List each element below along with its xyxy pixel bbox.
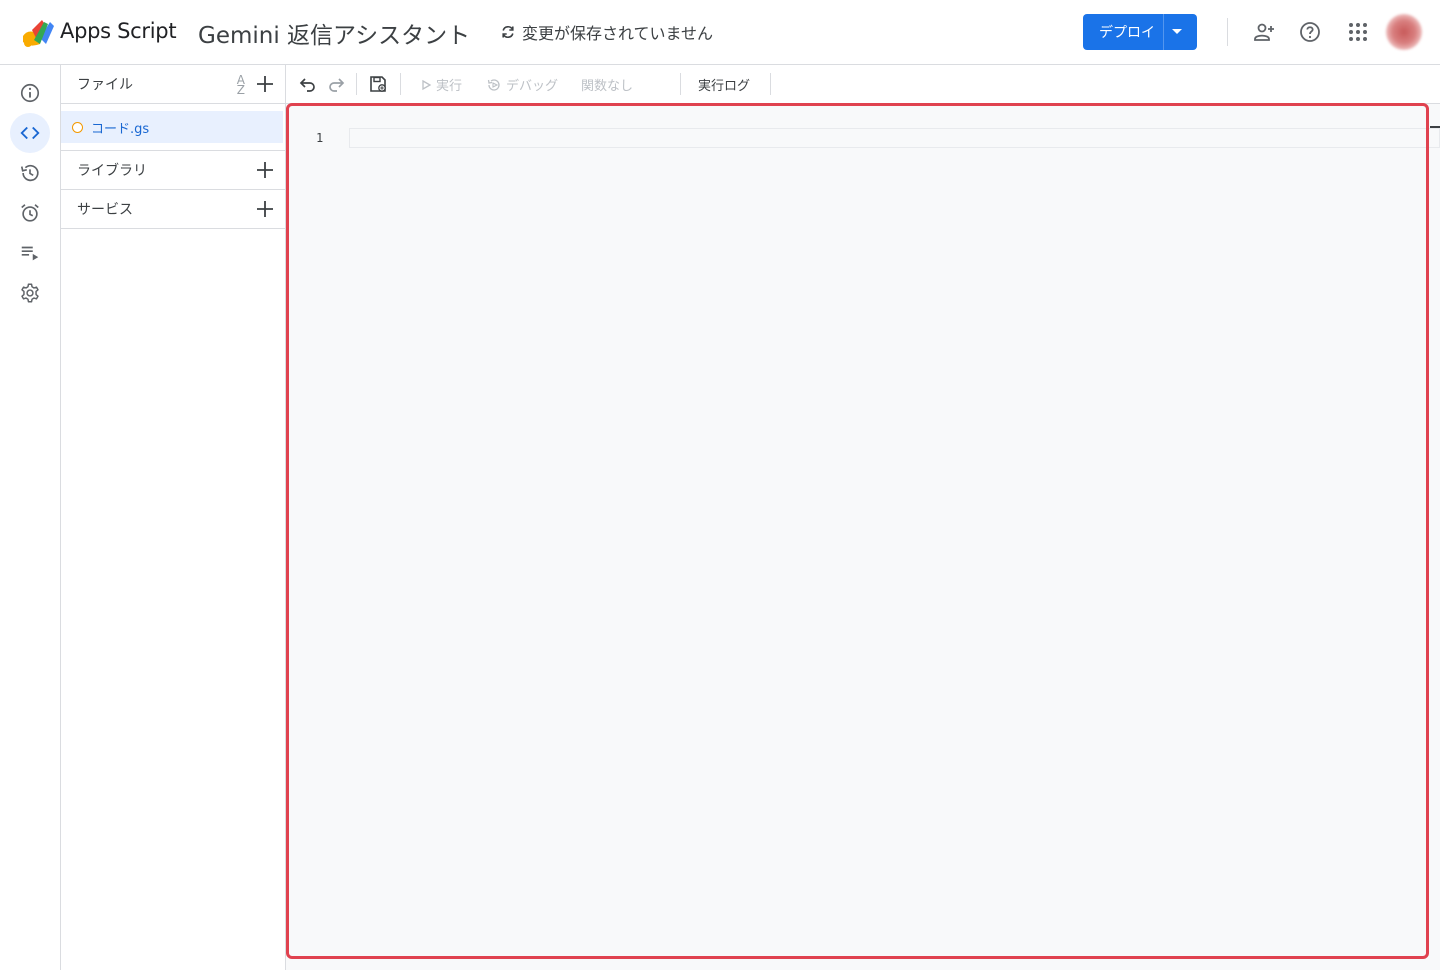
undo-icon[interactable]: [298, 74, 318, 94]
function-select-value: 関数なし: [581, 79, 634, 94]
file-name: コード.gs: [91, 121, 150, 137]
services-section-header[interactable]: サービス: [61, 190, 285, 229]
apps-grid-icon[interactable]: [1346, 20, 1370, 44]
editor-toolbar: 実行 デバッグ 関数なし 実行ログ: [286, 65, 1440, 104]
file-list: コード.gs: [61, 104, 285, 151]
help-icon[interactable]: [1298, 20, 1322, 44]
run-button[interactable]: 実行: [420, 75, 462, 94]
alarm-icon: [21, 204, 39, 222]
add-file-plus-icon[interactable]: [255, 74, 275, 94]
debug-label: デバッグ: [506, 79, 559, 94]
save-status: 変更が保存されていません: [500, 20, 713, 44]
chevron-down-icon[interactable]: [1172, 29, 1182, 34]
toolbar-divider: [680, 73, 681, 95]
sort-az-bottom: Z: [236, 83, 245, 97]
left-nav-rail: [0, 65, 61, 970]
files-panel: ファイル A Z コード.gs ライブラリ サービス: [61, 65, 286, 970]
history-icon: [20, 164, 39, 182]
sync-icon: [502, 25, 514, 39]
file-item-code-gs[interactable]: コード.gs: [61, 111, 283, 143]
add-library-plus-icon[interactable]: [255, 160, 275, 180]
rail-item-overview[interactable]: [10, 73, 50, 113]
header-divider: [1227, 18, 1228, 46]
execution-log-button[interactable]: 実行ログ: [698, 75, 750, 94]
rail-item-triggers[interactable]: [10, 193, 50, 233]
rail-item-settings[interactable]: [10, 273, 50, 313]
current-line-highlight[interactable]: [349, 128, 1440, 148]
apps-script-logo-icon[interactable]: [20, 16, 56, 50]
toolbar-divider: [356, 73, 357, 95]
add-person-icon[interactable]: [1252, 20, 1276, 44]
sort-az-icon[interactable]: A Z: [236, 74, 245, 97]
line-number: 1: [316, 131, 324, 145]
deploy-button[interactable]: デプロイ: [1083, 14, 1197, 50]
function-select[interactable]: 関数なし: [581, 75, 633, 94]
rail-item-executions[interactable]: [10, 233, 50, 273]
toolbar-divider: [400, 73, 401, 95]
run-label: 実行: [436, 79, 463, 94]
rail-item-editor[interactable]: [10, 113, 50, 153]
project-title[interactable]: Gemini 返信アシスタント: [198, 16, 470, 50]
add-service-plus-icon[interactable]: [255, 199, 275, 219]
deploy-button-label: デプロイ: [1099, 25, 1155, 41]
toolbar-divider: [770, 73, 771, 95]
redo-icon[interactable]: [326, 74, 346, 94]
libraries-label: ライブラリ: [77, 163, 147, 179]
services-label: サービス: [77, 202, 133, 218]
code-icon: [20, 126, 40, 140]
play-icon: [422, 79, 432, 90]
files-label: ファイル: [77, 77, 133, 93]
deploy-button-divider: [1163, 14, 1164, 50]
debug-icon: [487, 78, 500, 91]
files-section-header: ファイル A Z: [61, 65, 285, 104]
execution-log-label: 実行ログ: [698, 79, 751, 94]
app-name[interactable]: Apps Script: [60, 19, 177, 43]
app-header: Apps Script Gemini 返信アシスタント 変更が保存されていません…: [0, 0, 1440, 65]
save-icon[interactable]: [368, 74, 388, 94]
gear-icon: [21, 283, 39, 303]
info-icon: [20, 83, 40, 103]
executions-icon: [21, 246, 39, 261]
unsaved-dot-icon: [72, 121, 83, 133]
save-status-text: 変更が保存されていません: [522, 24, 714, 43]
code-editor[interactable]: 1: [286, 104, 1440, 970]
debug-button[interactable]: デバッグ: [486, 75, 558, 94]
libraries-section-header[interactable]: ライブラリ: [61, 151, 285, 190]
rail-item-history[interactable]: [10, 153, 50, 193]
avatar[interactable]: [1386, 14, 1422, 50]
overview-ruler-marker: [1430, 126, 1440, 128]
